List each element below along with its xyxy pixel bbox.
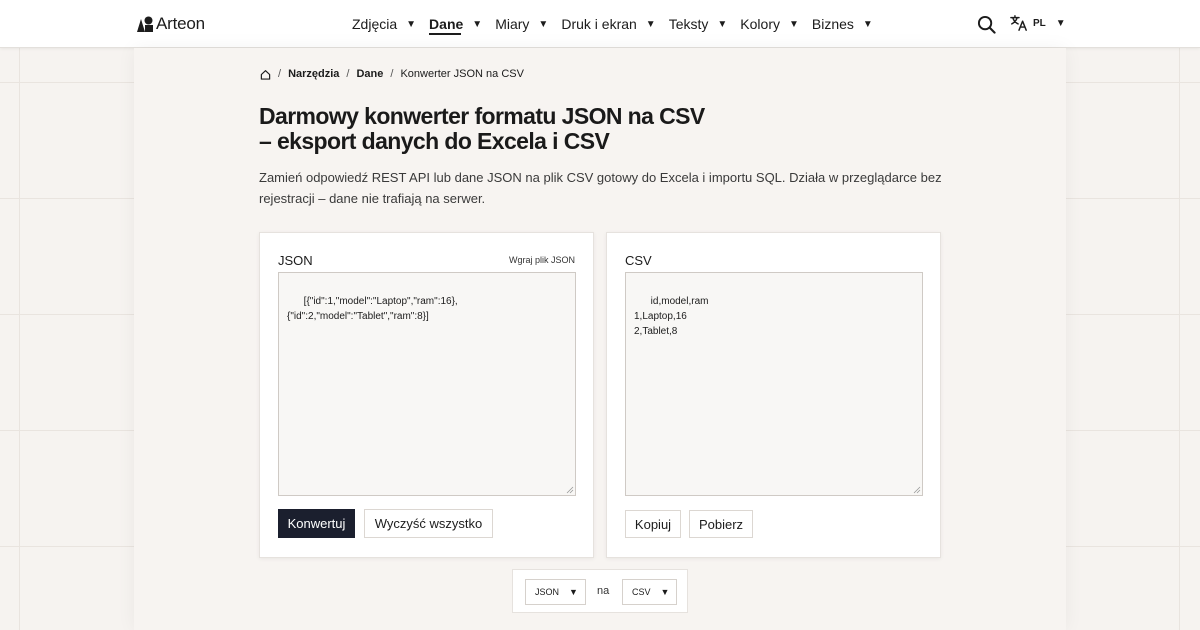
nav-item-label: Miary [495,16,530,32]
csv-output-panel: CSV id,model,ram 1,Laptop,16 2,Tablet,8 … [606,232,941,558]
nav-item-biznes[interactable]: Biznes ▼ [812,0,873,48]
copy-button[interactable]: Kopiuj [625,510,681,538]
breadcrumb: / Narzędzia / Dane / Konwerter JSON na C… [260,68,524,80]
main-nav: Zdjęcia ▼ Dane ▼ Miary ▼ Druk i ekran ▼ … [352,0,886,48]
csv-output-textarea[interactable]: id,model,ram 1,Laptop,16 2,Tablet,8 [625,272,923,496]
breadcrumb-link-dane[interactable]: Dane [356,68,383,80]
brand-name: Arteon [156,14,205,33]
breadcrumb-separator: / [390,68,394,80]
json-input-textarea[interactable]: [{"id":1,"model":"Laptop","ram":16}, {"i… [278,272,576,496]
chevron-down-icon: ▼ [406,18,417,30]
nav-item-label: Kolory [740,16,780,32]
chevron-down-icon: ▼ [472,18,483,30]
json-input-content: [{"id":1,"model":"Laptop","ram":16}, {"i… [287,296,458,322]
resize-handle-icon[interactable] [913,486,921,494]
format-separator-label: na [597,585,610,597]
nav-item-teksty[interactable]: Teksty ▼ [669,0,728,48]
upload-json-link[interactable]: Wgraj plik JSON [509,255,575,265]
nav-item-label: Teksty [668,16,709,32]
nav-item-label: Dane [429,16,464,32]
chevron-down-icon: ▼ [1055,17,1066,29]
download-button[interactable]: Pobierz [689,510,753,538]
arteon-logo-icon [137,16,153,32]
csv-output-content: id,model,ram 1,Laptop,16 2,Tablet,8 [634,296,709,337]
page-title: Darmowy konwerter formatu JSON na CSV – … [259,103,705,154]
source-format-value: JSON [535,587,560,597]
json-panel-title: JSON [278,253,313,268]
nav-item-kolory[interactable]: Kolory ▼ [740,0,799,48]
chevron-down-icon: ▼ [862,18,873,30]
nav-item-label: Zdjęcia [352,16,398,32]
chevron-down-icon: ▼ [645,18,656,30]
nav-item-dane[interactable]: Dane ▼ [429,0,482,48]
translate-icon [1010,15,1027,31]
converter-card: / Narzędzia / Dane / Konwerter JSON na C… [134,48,1066,630]
clear-all-button[interactable]: Wyczyść wszystko [364,509,493,538]
top-navigation-bar: Arteon Zdjęcia ▼ Dane ▼ Miary ▼ Druk i e… [0,0,1200,48]
format-selector-bar: JSON ▼ na CSV ▼ [512,569,688,613]
nav-item-label: Druk i ekran [561,16,637,32]
nav-item-label: Biznes [811,16,854,32]
page-description: Zamień odpowiedź REST API lub dane JSON … [259,170,942,206]
chevron-down-icon: ▼ [660,587,670,597]
search-icon[interactable] [977,15,996,34]
target-format-select[interactable]: CSV ▼ [622,579,677,605]
nav-item-zdjecia[interactable]: Zdjęcia ▼ [352,0,416,48]
csv-panel-title: CSV [625,253,652,268]
language-code: PL [1033,17,1046,29]
resize-handle-icon[interactable] [566,486,574,494]
breadcrumb-current: Konwerter JSON na CSV [400,68,524,80]
target-format-value: CSV [632,587,651,597]
chevron-down-icon: ▼ [717,18,728,30]
nav-item-druk-i-ekran[interactable]: Druk i ekran ▼ [561,0,655,48]
json-input-panel: JSON Wgraj plik JSON [{"id":1,"model":"L… [259,232,594,558]
nav-item-miary[interactable]: Miary ▼ [495,0,548,48]
home-icon[interactable] [260,69,271,80]
breadcrumb-link-narzedzia[interactable]: Narzędzia [288,68,339,80]
chevron-down-icon: ▼ [788,18,799,30]
chevron-down-icon: ▼ [538,18,549,30]
breadcrumb-separator: / [278,68,282,80]
breadcrumb-separator: / [346,68,350,80]
convert-button[interactable]: Konwertuj [278,509,355,538]
chevron-down-icon: ▼ [569,587,578,597]
language-switcher[interactable]: PL ▼ [1010,14,1066,32]
source-format-select[interactable]: JSON ▼ [525,579,586,605]
brand-logo[interactable]: Arteon [137,14,205,34]
